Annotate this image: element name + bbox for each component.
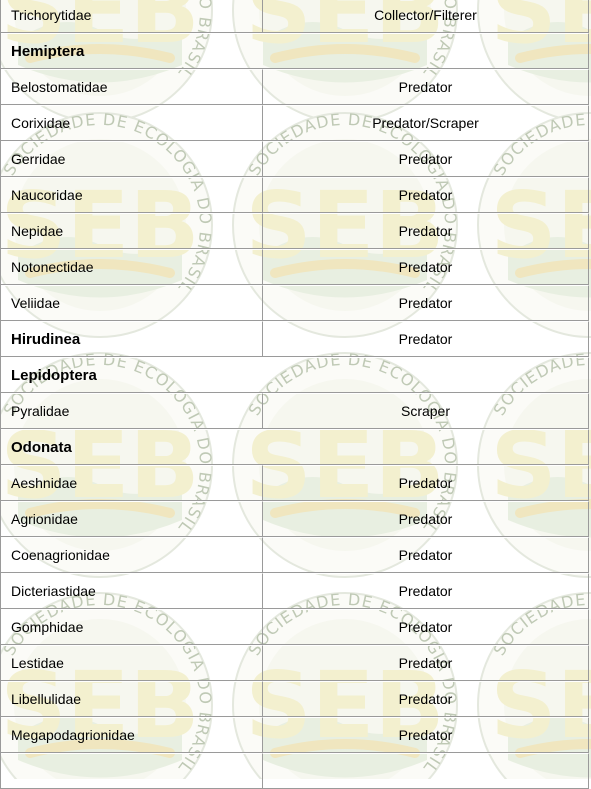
feeding-group-cell: Predator bbox=[263, 321, 589, 357]
feeding-group-cell: Predator bbox=[263, 177, 589, 213]
family-cell: Belostomatidae bbox=[1, 69, 263, 105]
feeding-group-cell: Predator bbox=[263, 717, 589, 753]
feeding-group-cell: Predator bbox=[263, 465, 589, 501]
feeding-group-cell: Predator bbox=[263, 69, 589, 105]
family-cell bbox=[1, 753, 263, 789]
feeding-group-cell: Predator/Scraper bbox=[263, 105, 589, 141]
feeding-group-cell: Predator bbox=[263, 609, 589, 645]
table-row: Nepidae Predator bbox=[1, 213, 589, 249]
family-cell: Megapodagrionidae bbox=[1, 717, 263, 753]
table-row: Gomphidae Predator bbox=[1, 609, 589, 645]
group-label: Odonata bbox=[1, 429, 589, 465]
group-row: Lepidoptera bbox=[1, 357, 589, 393]
feeding-group-cell: Predator bbox=[263, 537, 589, 573]
family-cell: Lestidae bbox=[1, 645, 263, 681]
family-cell: Dicteriastidae bbox=[1, 573, 263, 609]
family-cell: Libellulidae bbox=[1, 681, 263, 717]
table-row: Aeshnidae Predator bbox=[1, 465, 589, 501]
family-cell: Gomphidae bbox=[1, 609, 263, 645]
feeding-group-cell: Predator bbox=[263, 645, 589, 681]
feeding-group-cell: Predator bbox=[263, 213, 589, 249]
table-row: Belostomatidae Predator bbox=[1, 69, 589, 105]
taxa-feeding-table: Trichorytidae Collector/Filterer Hemiptera… bbox=[0, 0, 589, 789]
feeding-group-cell: Predator bbox=[263, 501, 589, 537]
group-label: Lepidoptera bbox=[1, 357, 589, 393]
table-row: Corixidae Predator/Scraper bbox=[1, 105, 589, 141]
group-row: Odonata bbox=[1, 429, 589, 465]
family-cell: Agrionidae bbox=[1, 501, 263, 537]
table-row: Trichorytidae Collector/Filterer bbox=[1, 0, 589, 33]
feeding-group-cell: Predator bbox=[263, 285, 589, 321]
family-cell: Veliidae bbox=[1, 285, 263, 321]
feeding-group-cell: Predator bbox=[263, 681, 589, 717]
family-cell: Trichorytidae bbox=[1, 0, 263, 33]
group-label: Hemiptera bbox=[1, 33, 589, 69]
table-row: Lestidae Predator bbox=[1, 645, 589, 681]
table-row: Naucoridae Predator bbox=[1, 177, 589, 213]
feeding-group-cell bbox=[263, 753, 589, 789]
table-body: Trichorytidae Collector/Filterer Hemiptera… bbox=[1, 0, 589, 789]
taxa-table-container: Trichorytidae Collector/Filterer Hemiptera… bbox=[0, 0, 589, 789]
family-cell: Notonectidae bbox=[1, 249, 263, 285]
group-label: Hirudinea bbox=[1, 321, 263, 357]
feeding-group-cell: Scraper bbox=[263, 393, 589, 429]
table-row: Gerridae Predator bbox=[1, 141, 589, 177]
family-cell: Gerridae bbox=[1, 141, 263, 177]
family-cell: Corixidae bbox=[1, 105, 263, 141]
table-row bbox=[1, 753, 589, 789]
table-row: Megapodagrionidae Predator bbox=[1, 717, 589, 753]
table-row: Dicteriastidae Predator bbox=[1, 573, 589, 609]
family-cell: Pyralidae bbox=[1, 393, 263, 429]
group-row: Hirudinea Predator bbox=[1, 321, 589, 357]
feeding-group-cell: Predator bbox=[263, 249, 589, 285]
family-cell: Coenagrionidae bbox=[1, 537, 263, 573]
family-cell: Nepidae bbox=[1, 213, 263, 249]
feeding-group-cell: Predator bbox=[263, 573, 589, 609]
table-row: Libellulidae Predator bbox=[1, 681, 589, 717]
family-cell: Aeshnidae bbox=[1, 465, 263, 501]
table-row: Coenagrionidae Predator bbox=[1, 537, 589, 573]
table-row: Agrionidae Predator bbox=[1, 501, 589, 537]
group-row: Hemiptera bbox=[1, 33, 589, 69]
feeding-group-cell: Predator bbox=[263, 141, 589, 177]
table-row: Notonectidae Predator bbox=[1, 249, 589, 285]
feeding-group-cell: Collector/Filterer bbox=[263, 0, 589, 33]
family-cell: Naucoridae bbox=[1, 177, 263, 213]
table-row: Veliidae Predator bbox=[1, 285, 589, 321]
table-row: Pyralidae Scraper bbox=[1, 393, 589, 429]
